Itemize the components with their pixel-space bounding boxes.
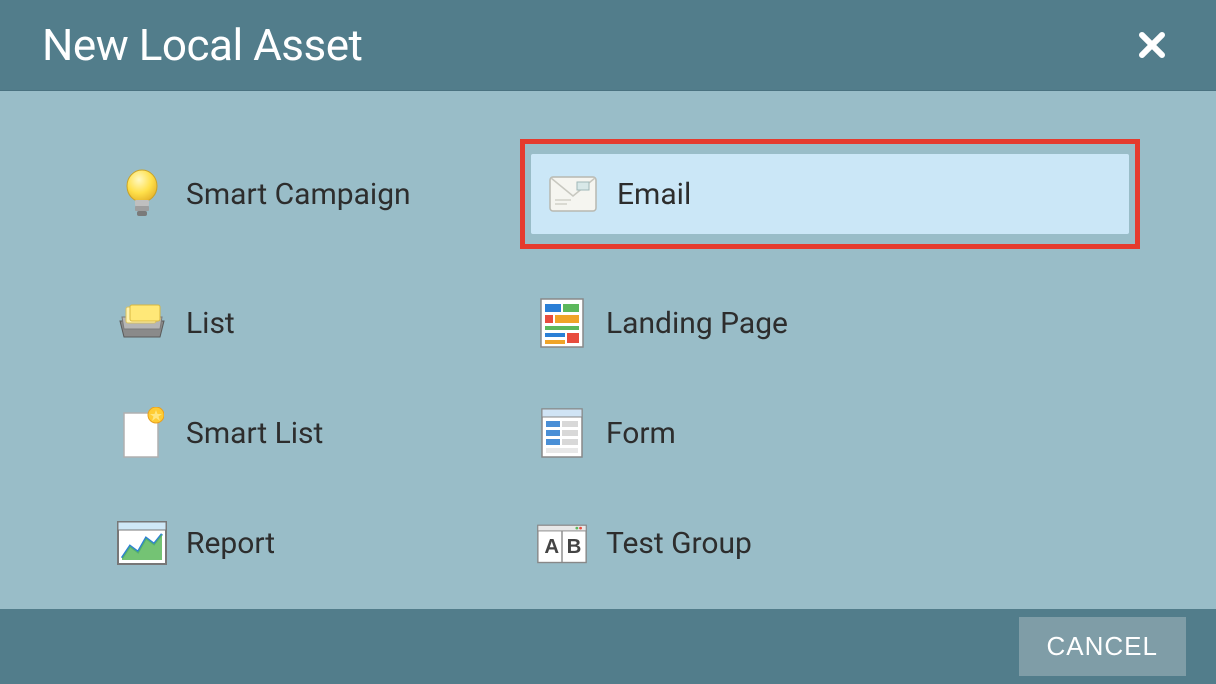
- asset-label: Landing Page: [606, 306, 788, 341]
- ab-test-icon: A B: [536, 517, 588, 569]
- svg-text:A: A: [544, 536, 559, 558]
- close-icon: [1138, 31, 1166, 59]
- form-icon: [536, 407, 588, 459]
- dialog-body: Smart Campaign Email: [0, 91, 1216, 609]
- asset-label: Form: [606, 416, 676, 451]
- cancel-button[interactable]: CANCEL: [1019, 617, 1186, 676]
- layout-page-icon: [536, 297, 588, 349]
- envelope-icon: [547, 168, 599, 220]
- asset-label: Email: [617, 177, 691, 212]
- dialog-header: New Local Asset: [0, 0, 1216, 91]
- asset-label: Report: [186, 526, 275, 561]
- asset-option-list[interactable]: List: [100, 287, 500, 359]
- asset-grid: Smart Campaign Email: [100, 139, 1136, 579]
- new-page-icon: [116, 407, 168, 459]
- asset-label: List: [186, 306, 235, 341]
- asset-option-test-group[interactable]: A B Test Group: [520, 507, 1140, 579]
- asset-option-landing-page[interactable]: Landing Page: [520, 287, 1140, 359]
- lightbulb-icon: [116, 168, 168, 220]
- asset-label: Smart Campaign: [186, 177, 411, 212]
- asset-option-email[interactable]: Email: [531, 154, 1129, 234]
- svg-text:B: B: [567, 536, 582, 558]
- chart-report-icon: [116, 517, 168, 569]
- card-tray-icon: [116, 297, 168, 349]
- asset-label: Smart List: [186, 416, 323, 451]
- asset-option-smart-campaign[interactable]: Smart Campaign: [100, 139, 500, 249]
- dialog-footer: CANCEL: [0, 609, 1216, 684]
- asset-option-email-highlight: Email: [520, 139, 1140, 249]
- asset-option-smart-list[interactable]: Smart List: [100, 397, 500, 469]
- asset-option-report[interactable]: Report: [100, 507, 500, 579]
- asset-label: Test Group: [606, 526, 752, 561]
- new-local-asset-dialog: New Local Asset: [0, 0, 1216, 684]
- close-button[interactable]: [1130, 23, 1174, 67]
- asset-option-form[interactable]: Form: [520, 397, 1140, 469]
- dialog-title: New Local Asset: [42, 19, 362, 71]
